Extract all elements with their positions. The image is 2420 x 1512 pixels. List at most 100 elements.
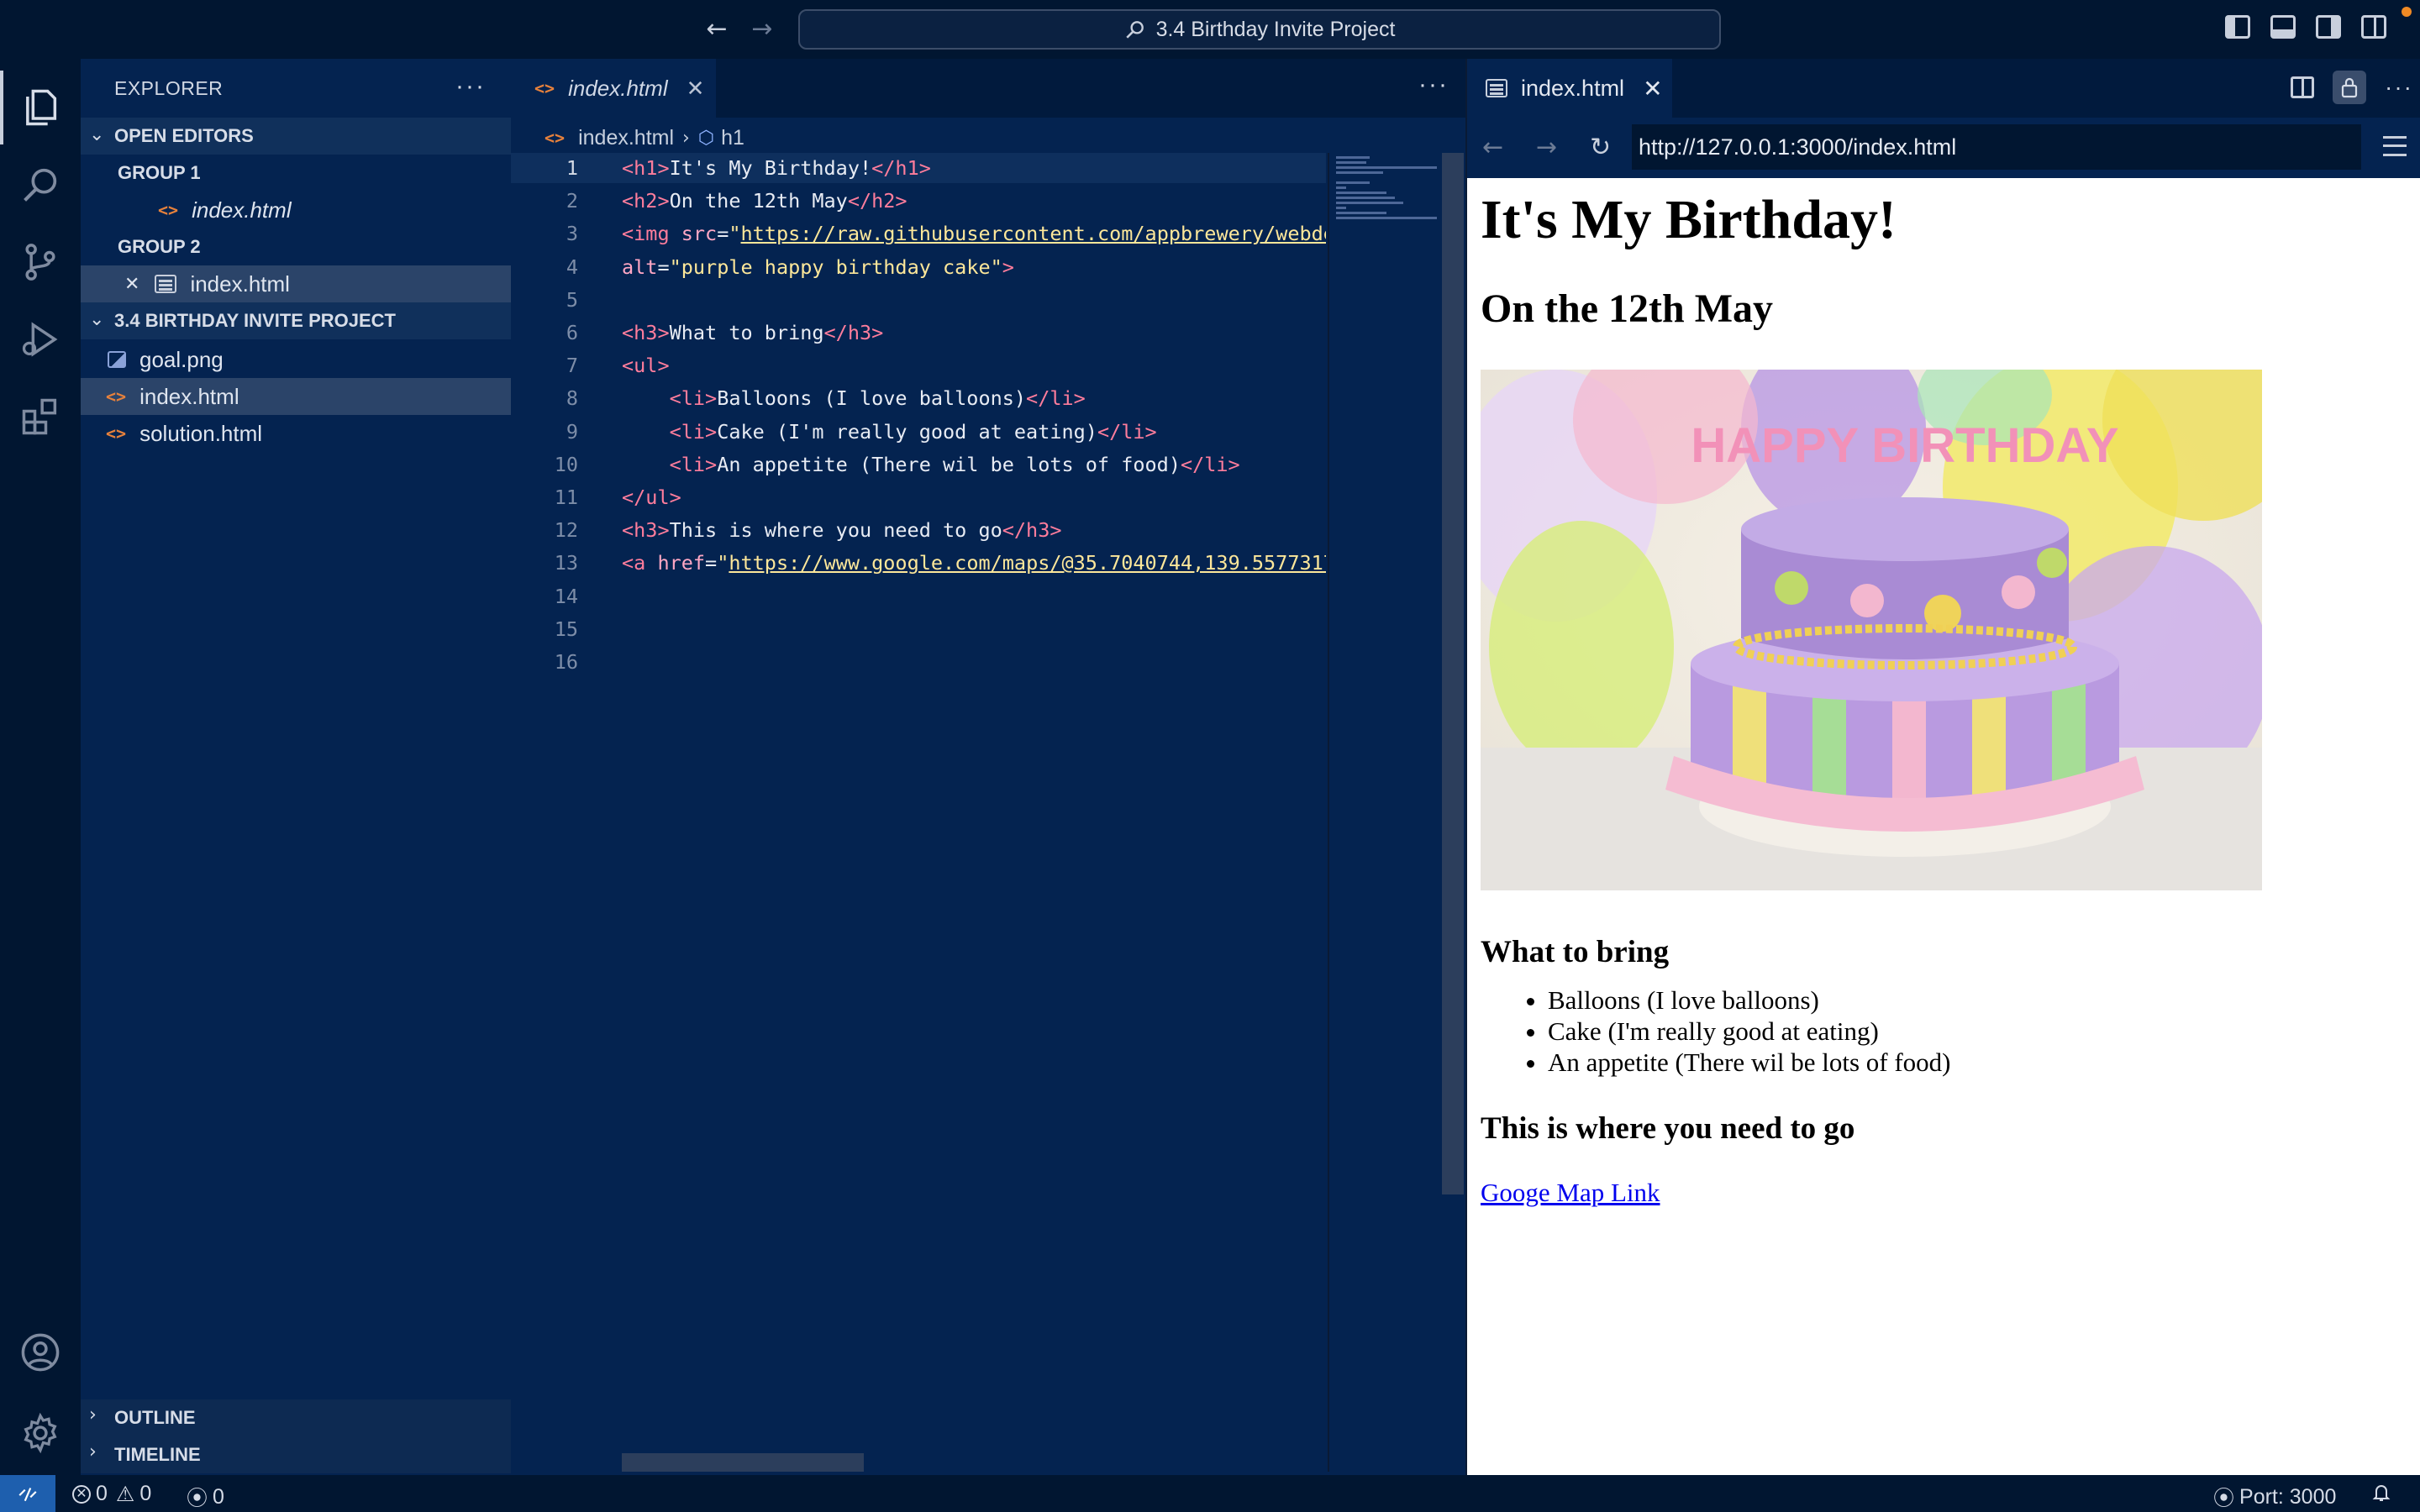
file-item-index-html[interactable]: <> index.html — [81, 378, 511, 415]
code-line[interactable]: 5 — [511, 285, 1326, 315]
code-line[interactable]: 12 <h3>This is where you need to go</h3> — [511, 515, 1326, 545]
broadcast-icon: ⦿ — [187, 1486, 208, 1510]
code-token: <ul> — [622, 354, 670, 378]
list-item: Cake (I'm really good at eating) — [1548, 1016, 1951, 1047]
remote-indicator[interactable] — [0, 1475, 55, 1512]
menu-icon[interactable] — [2383, 136, 2407, 156]
open-editor-item[interactable]: <> index.html — [81, 192, 511, 228]
customize-layout-icon[interactable] — [2361, 15, 2386, 39]
back-arrow-icon[interactable]: ← — [702, 15, 731, 44]
bring-list: Balloons (I love balloons) Cake (I'm rea… — [1548, 984, 1951, 1078]
code-line[interactable]: 14 — [511, 581, 1326, 612]
line-number: 5 — [566, 287, 578, 312]
open-editors-section[interactable]: ⌄ OPEN EDITORS — [81, 118, 511, 155]
close-icon[interactable]: ✕ — [1643, 75, 1662, 102]
code-line[interactable]: 2 <h2>On the 12th May</h2> — [511, 186, 1326, 216]
extensions-icon[interactable] — [18, 395, 62, 438]
file-item-solution-html[interactable]: <> solution.html — [81, 415, 511, 452]
code-line[interactable]: 15 — [511, 614, 1326, 644]
editor-tab-bar: <> index.html ✕ ··· — [511, 59, 1465, 118]
code-line[interactable]: 11 </ul> — [511, 482, 1326, 512]
horizontal-scrollbar[interactable] — [622, 1453, 864, 1472]
problems-indicator[interactable]: ✕ 0 ⚠ 0 — [72, 1482, 151, 1506]
tab-label: index.html — [568, 75, 668, 101]
vertical-scrollbar[interactable] — [1442, 153, 1464, 1194]
code-line[interactable]: 8 <li>Balloons (I love balloons)</li> — [511, 383, 1326, 413]
settings-gear-icon[interactable] — [18, 1411, 62, 1455]
code-text: <h3>What to bring</h3> — [622, 318, 1326, 348]
chevron-right-icon: › — [682, 127, 690, 149]
search-icon — [1125, 21, 1144, 39]
group-1-header[interactable]: GROUP 1 — [81, 155, 511, 192]
account-icon[interactable] — [18, 1331, 62, 1374]
split-editor-icon[interactable] — [2291, 76, 2315, 98]
code-token: </h3> — [1002, 518, 1062, 543]
close-icon[interactable]: ✕ — [124, 274, 139, 295]
toggle-primary-sidebar-icon[interactable] — [2225, 15, 2250, 39]
forward-arrow-icon[interactable]: → — [1536, 133, 1557, 162]
source-control-icon[interactable] — [18, 240, 62, 284]
warning-count: 0 — [139, 1482, 152, 1505]
live-server-port[interactable]: ⦿ Port: 3000 — [2213, 1482, 2336, 1512]
code-line[interactable]: 3 <img src="https://raw.githubusercontent… — [511, 218, 1326, 249]
list-item: Balloons (I love balloons) — [1548, 984, 1951, 1016]
live-preview-panel: index.html ✕ ··· ← → ↻ http://127.0.0.1:… — [1465, 59, 2420, 1475]
code-area[interactable]: 1 <h1>It's My Birthday!</h1> 2 <h2>On the 1… — [511, 153, 1326, 1463]
code-text: <li>Cake (I'm really good at eating)</li… — [622, 417, 1326, 447]
rendered-page: It's My Birthday! On the 12th May HAPPY … — [1467, 178, 2420, 1475]
code-line[interactable]: 16 — [511, 647, 1326, 677]
preview-tab[interactable]: index.html ✕ — [1467, 59, 1672, 118]
map-link[interactable]: Googe Map Link — [1481, 1178, 1660, 1208]
ports-indicator[interactable]: ⦿ 0 — [187, 1482, 224, 1512]
file-item-goal-png[interactable]: goal.png — [81, 341, 511, 378]
toggle-secondary-sidebar-icon[interactable] — [2316, 15, 2341, 39]
minimap[interactable] — [1328, 153, 1445, 1472]
code-token: "purple happy birthday cake" — [669, 255, 1002, 279]
breadcrumb-file[interactable]: index.html — [578, 126, 674, 150]
code-text: </ul> — [622, 482, 1326, 512]
code-line[interactable]: 7 <ul> — [511, 350, 1326, 381]
reload-icon[interactable]: ↻ — [1590, 133, 1611, 162]
code-text: <img src="https://raw.githubusercontent.… — [622, 218, 1326, 249]
code-line[interactable]: 1 <h1>It's My Birthday!</h1> — [511, 153, 1326, 183]
run-debug-icon[interactable] — [18, 318, 62, 361]
code-line[interactable]: 13 <a href="https://www.google.com/maps/@… — [511, 548, 1326, 578]
code-token: href — [657, 551, 706, 575]
notifications-bell-icon[interactable] — [2371, 1482, 2391, 1504]
code-token: > — [1002, 255, 1014, 279]
editor-tab-index-html[interactable]: <> index.html ✕ — [511, 59, 716, 118]
code-token: </li> — [1026, 386, 1086, 411]
code-token: <h3> — [622, 518, 670, 543]
explorer-icon[interactable] — [18, 86, 62, 129]
search-icon[interactable] — [18, 163, 62, 207]
more-actions-icon[interactable]: ··· — [2385, 74, 2413, 101]
editor-more-actions[interactable]: ··· — [1418, 71, 1449, 99]
open-editor-item-preview[interactable]: ✕ index.html — [81, 265, 511, 302]
group-2-header[interactable]: GROUP 2 — [81, 228, 511, 265]
code-token: = — [717, 222, 729, 246]
code-line[interactable]: 6 <h3>What to bring</h3> — [511, 318, 1326, 348]
url-input[interactable]: http://127.0.0.1:3000/index.html — [1632, 124, 2361, 170]
chevron-right-icon: › — [89, 1404, 97, 1425]
line-number: 10 — [554, 452, 578, 476]
close-icon[interactable]: ✕ — [687, 76, 705, 102]
code-token: Cake (I'm really good at eating) — [717, 419, 1097, 444]
timeline-section[interactable]: › TIMELINE — [81, 1436, 511, 1473]
back-arrow-icon[interactable]: ← — [1482, 133, 1503, 162]
where-heading: This is where you need to go — [1481, 1111, 1855, 1146]
html-file-icon: <> — [158, 200, 179, 220]
command-center-search[interactable]: 3.4 Birthday Invite Project — [798, 9, 1721, 50]
code-line[interactable]: 10 <li>An appetite (There wil be lots of… — [511, 449, 1326, 480]
explorer-more-actions[interactable]: ··· — [455, 72, 486, 101]
code-line[interactable]: 4 alt="purple happy birthday cake"> — [511, 252, 1326, 282]
code-token: <h1> — [622, 156, 670, 180]
project-folder-section[interactable]: ⌄ 3.4 BIRTHDAY INVITE PROJECT — [81, 302, 511, 339]
active-indicator — [0, 71, 3, 144]
toggle-panel-icon[interactable] — [2270, 15, 2296, 39]
forward-arrow-icon[interactable]: → — [748, 15, 776, 44]
broadcast-icon: ⦿ — [2213, 1486, 2235, 1510]
breadcrumb-symbol[interactable]: h1 — [721, 126, 744, 150]
code-line[interactable]: 9 <li>Cake (I'm really good at eating)</… — [511, 417, 1326, 447]
lock-group-button[interactable] — [2333, 71, 2367, 104]
outline-section[interactable]: › OUTLINE — [81, 1399, 511, 1436]
